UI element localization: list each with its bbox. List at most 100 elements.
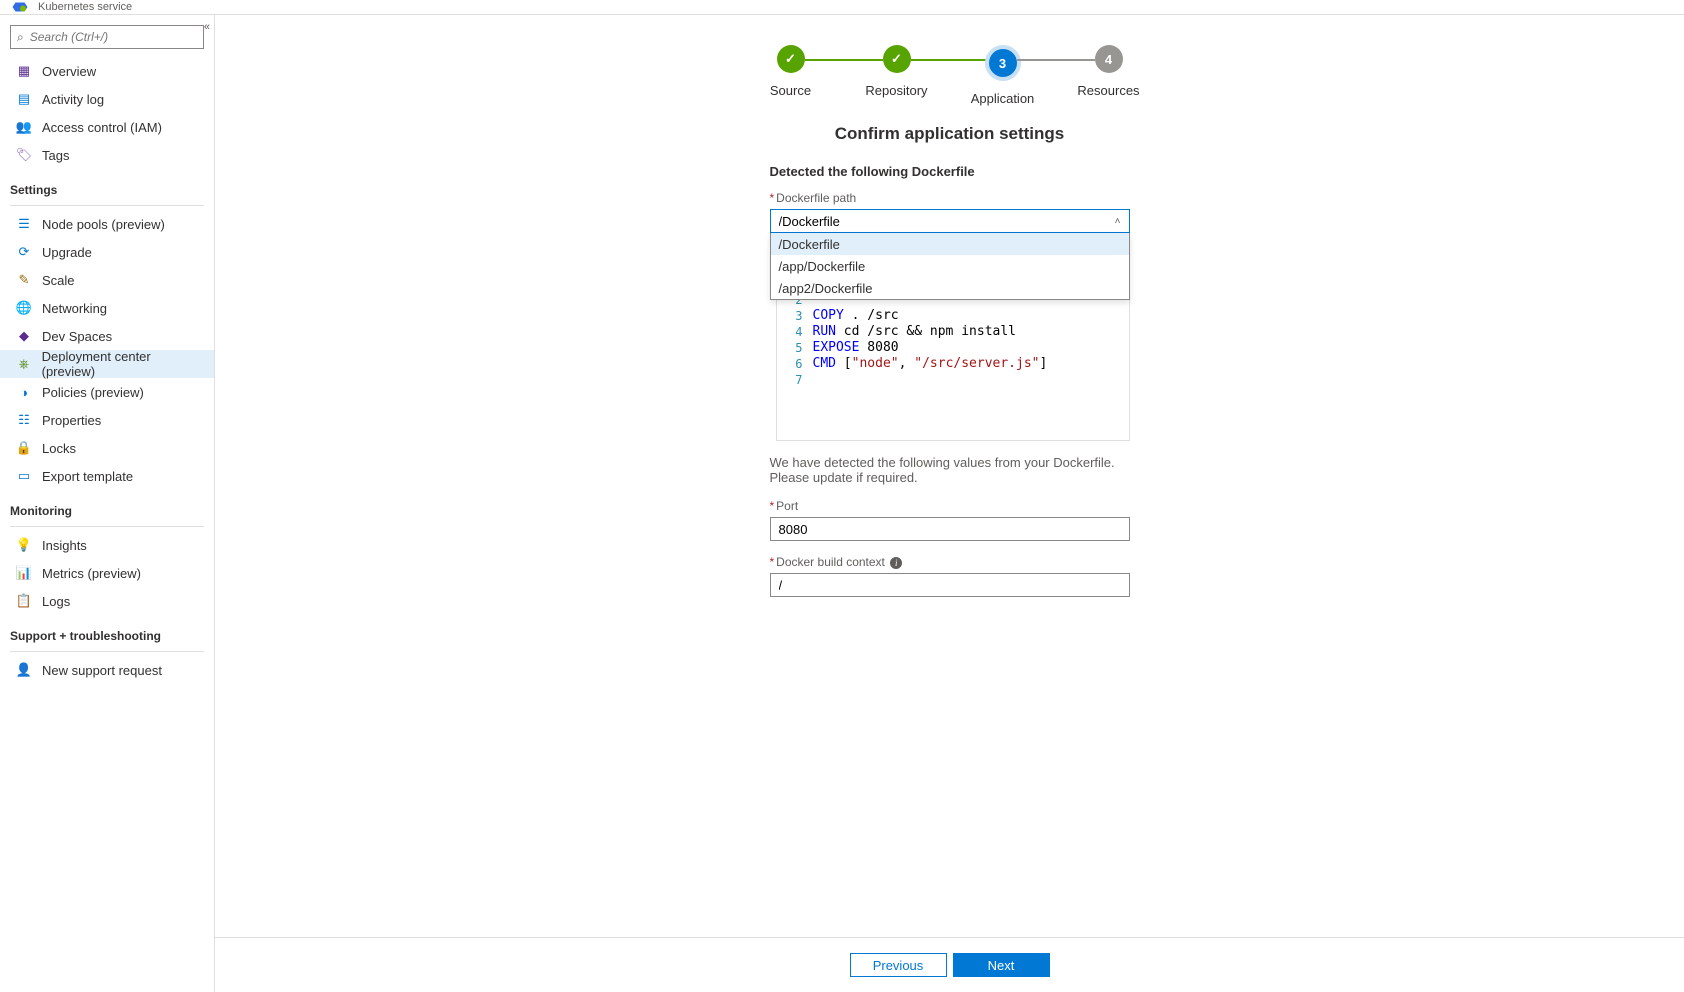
kubernetes-service-icon bbox=[10, 1, 30, 13]
sidebar-item-logs[interactable]: 📋 Logs bbox=[0, 587, 214, 615]
sidebar-item-scale[interactable]: ✎ Scale bbox=[0, 266, 214, 294]
deployment-center-icon: ⎈ bbox=[16, 356, 32, 372]
chevron-up-icon[interactable]: ˄ bbox=[1115, 216, 1121, 227]
search-icon: ⌕ bbox=[17, 30, 24, 45]
sidebar-item-deployment-center[interactable]: ⎈ Deployment center (preview) bbox=[0, 350, 214, 378]
step-number: 3 bbox=[985, 45, 1021, 81]
dockerfile-path-input[interactable] bbox=[779, 214, 1115, 229]
sidebar-item-label: Dev Spaces bbox=[42, 329, 112, 344]
sidebar-item-networking[interactable]: 🌐Networking bbox=[0, 294, 214, 322]
port-input[interactable] bbox=[770, 517, 1130, 541]
iam-icon: 👥 bbox=[16, 119, 32, 135]
main-content: ✓ Source ✓ Repository 3 Application bbox=[215, 15, 1684, 992]
sidebar-item-label: Properties bbox=[42, 413, 101, 428]
sidebar-item-insights[interactable]: 💡 Insights bbox=[0, 531, 214, 559]
port-label: *Port bbox=[770, 499, 1130, 513]
tags-icon: 🏷 bbox=[16, 147, 32, 163]
info-icon[interactable]: i bbox=[890, 557, 902, 569]
dev-spaces-icon: ◆ bbox=[16, 328, 32, 344]
sidebar-item-label: Export template bbox=[42, 469, 133, 484]
sidebar-item-upgrade[interactable]: ⟳ Upgrade bbox=[0, 238, 214, 266]
divider bbox=[10, 651, 204, 652]
divider bbox=[10, 205, 204, 206]
step-repository[interactable]: ✓ Repository bbox=[844, 45, 950, 98]
policies-icon: ◑ bbox=[16, 384, 32, 400]
sidebar-item-label: Node pools (preview) bbox=[42, 217, 165, 232]
wizard-footer: Previous Next bbox=[215, 937, 1684, 992]
sidebar-item-tags[interactable]: 🏷 Tags bbox=[0, 141, 214, 169]
sidebar-item-iam[interactable]: 👥 Access control (IAM) bbox=[0, 113, 214, 141]
sidebar-item-policies[interactable]: ◑ Policies (preview) bbox=[0, 378, 214, 406]
sidebar-item-label: Scale bbox=[42, 273, 75, 288]
sidebar-heading-support: Support + troubleshooting bbox=[0, 621, 214, 647]
check-icon: ✓ bbox=[777, 45, 805, 73]
sidebar-item-label: Insights bbox=[42, 538, 87, 553]
next-button[interactable]: Next bbox=[953, 953, 1050, 977]
step-number: 4 bbox=[1095, 45, 1123, 73]
sidebar-heading-monitoring: Monitoring bbox=[0, 496, 214, 522]
detected-heading: Detected the following Dockerfile bbox=[770, 164, 1130, 179]
export-template-icon: ▭ bbox=[16, 468, 32, 484]
sidebar-item-label: Logs bbox=[42, 594, 70, 609]
previous-button[interactable]: Previous bbox=[850, 953, 947, 977]
dockerfile-path-combobox[interactable]: ˄ bbox=[770, 209, 1130, 233]
logs-icon: 📋 bbox=[16, 593, 32, 609]
sidebar-item-label: Networking bbox=[42, 301, 107, 316]
node-pools-icon: ☰ bbox=[16, 216, 32, 232]
wizard-stepper: ✓ Source ✓ Repository 3 Application bbox=[630, 45, 1270, 106]
sidebar-item-locks[interactable]: 🔒 Locks bbox=[0, 434, 214, 462]
sidebar-heading-settings: Settings bbox=[0, 175, 214, 201]
search-field[interactable] bbox=[30, 30, 197, 44]
divider bbox=[10, 526, 204, 527]
step-source[interactable]: ✓ Source bbox=[738, 45, 844, 98]
activity-log-icon: ▤ bbox=[16, 91, 32, 107]
resource-header: Kubernetes service bbox=[0, 0, 1684, 15]
sidebar-item-activity-log[interactable]: ▤ Activity log bbox=[0, 85, 214, 113]
sidebar-item-label: Overview bbox=[42, 64, 96, 79]
insights-icon: 💡 bbox=[16, 537, 32, 553]
sidebar-item-label: Tags bbox=[42, 148, 69, 163]
sidebar-item-overview[interactable]: ▦ Overview bbox=[0, 57, 214, 85]
dropdown-option[interactable]: /Dockerfile bbox=[771, 233, 1129, 255]
metrics-icon: 📊 bbox=[16, 565, 32, 581]
dockerfile-path-dropdown: /Dockerfile /app/Dockerfile /app2/Docker… bbox=[770, 233, 1130, 300]
sidebar-item-new-support-request[interactable]: 👤 New support request bbox=[0, 656, 214, 684]
upgrade-icon: ⟳ bbox=[16, 244, 32, 260]
dropdown-option[interactable]: /app/Dockerfile bbox=[771, 255, 1129, 277]
sidebar-item-dev-spaces[interactable]: ◆ Dev Spaces bbox=[0, 322, 214, 350]
dropdown-option[interactable]: /app2/Dockerfile bbox=[771, 277, 1129, 299]
page-title: Confirm application settings bbox=[630, 124, 1270, 144]
service-type-label: Kubernetes service bbox=[38, 1, 132, 13]
step-label: Resources bbox=[1077, 83, 1139, 98]
support-icon: 👤 bbox=[16, 662, 32, 678]
sidebar-item-label: New support request bbox=[42, 663, 162, 678]
sidebar-item-label: Activity log bbox=[42, 92, 104, 107]
sidebar-item-label: Metrics (preview) bbox=[42, 566, 141, 581]
locks-icon: 🔒 bbox=[16, 440, 32, 456]
docker-build-context-label: *Docker build context i bbox=[770, 555, 1130, 569]
sidebar: « ⌕ ▦ Overview ▤ Activity log 👥 Access cont… bbox=[0, 15, 215, 992]
check-icon: ✓ bbox=[883, 45, 911, 73]
sidebar-item-properties[interactable]: ☷ Properties bbox=[0, 406, 214, 434]
sidebar-item-label: Policies (preview) bbox=[42, 385, 144, 400]
properties-icon: ☷ bbox=[16, 412, 32, 428]
scale-icon: ✎ bbox=[16, 272, 32, 288]
step-resources[interactable]: 4 Resources bbox=[1056, 45, 1162, 98]
sidebar-item-label: Upgrade bbox=[42, 245, 92, 260]
step-application[interactable]: 3 Application bbox=[950, 45, 1056, 106]
step-label: Application bbox=[971, 91, 1035, 106]
detected-values-text: We have detected the following values fr… bbox=[770, 455, 1130, 485]
docker-build-context-input[interactable] bbox=[770, 573, 1130, 597]
sidebar-item-label: Locks bbox=[42, 441, 76, 456]
dockerfile-path-label: *Dockerfile path bbox=[770, 191, 1130, 205]
sidebar-item-label: Access control (IAM) bbox=[42, 120, 162, 135]
sidebar-item-node-pools[interactable]: ☰ Node pools (preview) bbox=[0, 210, 214, 238]
collapse-sidebar-icon[interactable]: « bbox=[204, 21, 210, 33]
sidebar-item-metrics[interactable]: 📊 Metrics (preview) bbox=[0, 559, 214, 587]
sidebar-item-export-template[interactable]: ▭ Export template bbox=[0, 462, 214, 490]
step-label: Repository bbox=[865, 83, 927, 98]
search-input[interactable]: ⌕ bbox=[10, 25, 204, 49]
overview-icon: ▦ bbox=[16, 63, 32, 79]
sidebar-item-label: Deployment center (preview) bbox=[42, 349, 204, 379]
step-label: Source bbox=[770, 83, 811, 98]
